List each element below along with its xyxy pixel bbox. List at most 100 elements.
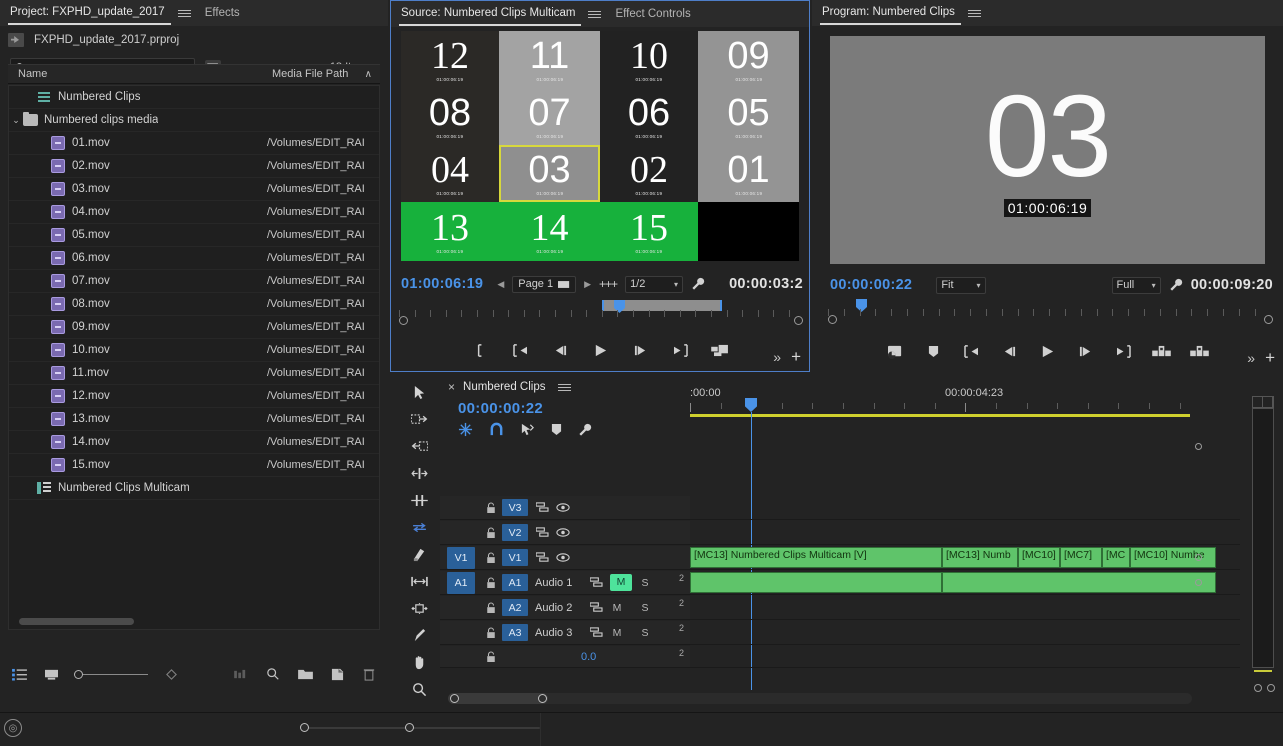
step-back-icon[interactable] [999,341,1021,361]
icon-view-icon[interactable] [42,666,60,682]
timeline-clip[interactable]: [MC [1102,547,1130,568]
track-mute-button[interactable]: M [610,602,624,614]
multicam-cell-06[interactable]: 06 01:00:06:19 [600,88,698,145]
bottom-slider-handle-left[interactable] [300,723,309,732]
track-header-a2[interactable]: A2 Audio 2 M S 2 [440,596,690,619]
track-solo-button[interactable]: S [638,627,652,639]
program-scrub-bar[interactable] [828,297,1273,327]
project-list-item[interactable]: 04.mov/Volumes/EDIT_RAI [9,201,379,224]
column-header-name[interactable]: Name [8,68,272,80]
disclosure-triangle-icon[interactable]: ⌄ [9,115,23,126]
multicam-cell-03[interactable]: 03 01:00:06:19 [499,145,600,202]
step-forward-icon[interactable] [1075,341,1097,361]
track-select-backward-tool-icon[interactable] [406,436,432,456]
track-visibility-eye-icon[interactable] [556,526,570,540]
track-header-master[interactable]: 0.0 2 [440,646,690,667]
slip-tool-icon[interactable] [406,571,432,591]
multicam-preview-cell-14[interactable]: 14 01:00:06:19 [499,202,600,261]
track-header-v2[interactable]: V2 [440,521,690,544]
track-target-badge-v1[interactable]: V1 [502,549,528,566]
source-duration-timecode[interactable]: 00:00:03:2 [729,276,803,292]
go-to-in-icon[interactable] [961,341,983,361]
timeline-clip[interactable] [942,572,1216,593]
track-lock-icon[interactable] [486,650,502,663]
multicam-grid[interactable]: 12 01:00:06:19 11 01:00:06:19 10 01:00:06:19 0… [401,31,799,261]
track-lock-icon[interactable] [486,601,502,614]
track-keyframe-handle[interactable] [1195,554,1202,561]
multicam-cell-02[interactable]: 02 01:00:06:19 [600,145,698,202]
project-list-item[interactable]: 11.mov/Volumes/EDIT_RAI [9,362,379,385]
track-select-forward-tool-icon[interactable] [406,409,432,429]
extract-icon[interactable] [1189,341,1211,361]
track-sync-lock-icon[interactable] [589,576,603,590]
track-header-a1[interactable]: A1 A1 Audio 1 MS 2 [440,571,690,594]
program-overflow-icon[interactable]: » [1247,350,1255,366]
program-zoom-left-handle[interactable] [828,315,837,324]
selection-tool-icon[interactable] [406,382,432,402]
sort-icon[interactable] [162,666,180,682]
timeline-work-area-bar[interactable] [690,414,1190,417]
multicam-cell-07[interactable]: 07 01:00:06:19 [499,88,600,145]
step-forward-icon[interactable] [629,340,651,360]
project-list-item[interactable]: Numbered Clips Multicam [9,477,379,500]
multicam-cell-09[interactable]: 09 01:00:06:19 [698,31,799,88]
track-solo-button[interactable]: S [638,602,652,614]
ripple-edit-tool-icon[interactable] [406,463,432,483]
multicam-scale-select[interactable]: 1/2 ▾ [625,275,684,293]
timeline-track-a1[interactable]: A1 A1 Audio 1 MS 2 [440,571,1240,595]
project-list-item[interactable]: Numbered Clips [9,86,379,109]
track-mute-button[interactable]: M [610,574,632,591]
marker-icon[interactable] [551,423,562,436]
source-panel-menu-icon[interactable] [588,10,602,18]
track-lock-icon[interactable] [486,501,502,514]
play-icon[interactable] [1037,341,1059,361]
multicam-preview-cell-15[interactable]: 15 01:00:06:19 [600,202,698,261]
track-lock-icon[interactable] [486,576,502,589]
project-horizontal-scrollbar[interactable] [19,618,134,625]
track-sync-lock-icon[interactable] [589,626,603,640]
rate-stretch-tool-icon[interactable] [406,517,432,537]
program-quality-select[interactable]: Full ▾ [1111,276,1161,294]
source-overflow-icon[interactable]: » [773,349,781,365]
multicam-cell-08[interactable]: 08 01:00:06:19 [401,88,499,145]
go-to-in-icon[interactable] [509,340,531,360]
program-duration-timecode[interactable]: 00:00:09:20 [1191,277,1273,293]
creative-cloud-icon[interactable]: ◎ [4,719,22,737]
project-list-item[interactable]: 05.mov/Volumes/EDIT_RAI [9,224,379,247]
insert-icon[interactable] [709,340,731,360]
pen-tool-icon[interactable] [406,625,432,645]
multicam-cell-05[interactable]: 05 01:00:06:19 [698,88,799,145]
track-sync-lock-icon[interactable] [535,551,549,565]
source-zoom-right-handle[interactable] [794,316,803,325]
source-button-editor-add-icon[interactable]: + [791,348,801,365]
track-lock-icon[interactable] [486,626,502,639]
project-item-list[interactable]: Numbered Clips ⌄ Numbered clips media 01.mo… [8,85,380,630]
project-list-item[interactable]: 03.mov/Volumes/EDIT_RAI [9,178,379,201]
go-to-out-icon[interactable] [669,340,691,360]
project-list-item[interactable]: 14.mov/Volumes/EDIT_RAI [9,431,379,454]
source-zoom-left-handle[interactable] [399,316,408,325]
hand-tool-icon[interactable] [406,652,432,672]
timeline-scroll-thumb[interactable] [448,693,548,704]
mark-out-icon[interactable] [469,340,491,360]
slide-tool-icon[interactable] [406,598,432,618]
tab-project[interactable]: Project: FXPHD_update_2017 [8,2,171,25]
multicam-preview-cell-empty[interactable] [698,202,799,261]
track-sync-lock-icon[interactable] [589,601,603,615]
project-list-item[interactable]: 08.mov/Volumes/EDIT_RAI [9,293,379,316]
track-target-badge-v3[interactable]: V3 [502,499,528,516]
source-playhead-timecode[interactable]: 01:00:06:19 [401,276,483,292]
linked-selection-icon[interactable] [520,422,535,437]
source-patch-v1[interactable]: V1 [446,546,476,569]
track-keyframe-handle[interactable] [1195,579,1202,586]
project-list-item[interactable]: 12.mov/Volumes/EDIT_RAI [9,385,379,408]
track-target-badge-a3[interactable]: A3 [502,624,528,641]
project-list-item[interactable]: ⌄ Numbered clips media [9,109,379,132]
rolling-edit-tool-icon[interactable] [406,490,432,510]
project-list-item[interactable]: 07.mov/Volumes/EDIT_RAI [9,270,379,293]
multicam-cell-11[interactable]: 11 01:00:06:19 [499,31,600,88]
timeline-track-v3[interactable]: V3 [440,496,1240,520]
track-header-v1[interactable]: V1 V1 [440,546,690,569]
track-visibility-eye-icon[interactable] [556,551,570,565]
razor-tool-icon[interactable] [406,544,432,564]
